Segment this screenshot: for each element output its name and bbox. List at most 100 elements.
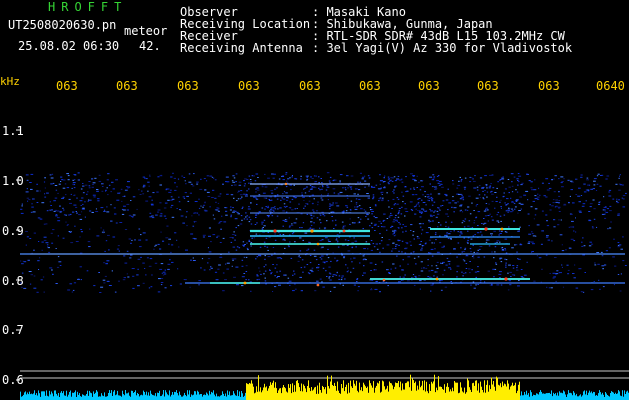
noise-speck [591, 227, 595, 229]
noise-speck [170, 196, 173, 198]
noise-speck [477, 211, 480, 213]
noise-speck [81, 197, 84, 199]
noise-speck [581, 205, 585, 207]
noise-speck [274, 188, 277, 190]
noise-speck [313, 198, 315, 200]
noise-speck [462, 199, 465, 201]
noise-speck [534, 195, 537, 197]
noise-speck [43, 181, 46, 183]
noise-speck [437, 175, 440, 177]
amplitude-bar [254, 393, 255, 400]
noise-speck [303, 266, 306, 268]
amplitude-bar [244, 395, 245, 400]
amplitude-bar [455, 382, 456, 400]
amplitude-bar [238, 396, 239, 400]
amplitude-bar [180, 394, 181, 400]
noise-speck [596, 226, 598, 228]
noise-speck [555, 201, 559, 203]
noise-speck [269, 196, 272, 198]
noise-speck [369, 225, 371, 227]
noise-speck [436, 213, 440, 215]
amplitude-bar [271, 384, 272, 400]
noise-speck [324, 262, 326, 264]
noise-speck [305, 175, 308, 177]
noise-speck [431, 186, 434, 188]
noise-speck [461, 197, 464, 199]
noise-speck [248, 206, 250, 208]
noise-speck [511, 185, 514, 187]
noise-speck [471, 255, 474, 257]
amplitude-bar [351, 386, 352, 400]
noise-speck [89, 210, 92, 212]
noise-speck [327, 199, 329, 201]
noise-speck [379, 197, 382, 199]
noise-speck [536, 196, 540, 198]
noise-speck [505, 266, 507, 268]
noise-speck [375, 281, 377, 282]
noise-speck [578, 187, 581, 189]
amplitude-bar [165, 390, 166, 400]
noise-speck [387, 178, 390, 180]
noise-speck [419, 216, 422, 218]
noise-speck [440, 183, 443, 185]
noise-speck [176, 208, 178, 209]
amplitude-bar [317, 385, 318, 400]
noise-speck [401, 191, 403, 193]
noise-speck [404, 274, 406, 276]
noise-speck [235, 181, 237, 183]
noise-speck [103, 282, 106, 284]
noise-speck [400, 213, 403, 215]
amplitude-bar [435, 392, 436, 400]
noise-speck [585, 200, 587, 202]
noise-speck [512, 265, 515, 266]
noise-speck [402, 201, 404, 203]
noise-speck [493, 257, 495, 259]
noise-speck [77, 278, 80, 280]
amplitude-bar [102, 395, 103, 400]
noise-speck [241, 285, 244, 287]
amplitude-bar [311, 387, 312, 400]
noise-speck [245, 271, 248, 272]
noise-speck [132, 196, 136, 198]
noise-speck [242, 244, 244, 246]
amplitude-bar [401, 390, 402, 400]
noise-speck [283, 203, 286, 205]
amplitude-bar [388, 391, 389, 400]
noise-speck [523, 194, 527, 196]
noise-speck [460, 179, 463, 181]
noise-speck [299, 256, 302, 258]
amplitude-bar [231, 395, 232, 400]
noise-speck [75, 206, 78, 208]
noise-speck [177, 268, 179, 270]
y-label-0.9: 0.9 [2, 224, 24, 238]
noise-speck [491, 251, 494, 253]
amplitude-bar [431, 381, 432, 400]
amplitude-bar [461, 387, 462, 400]
noise-speck [41, 202, 45, 204]
noise-speck [439, 235, 441, 237]
noise-speck [319, 213, 321, 215]
noise-speck [309, 188, 312, 190]
noise-speck [294, 241, 296, 243]
noise-speck [532, 200, 535, 202]
noise-speck [436, 176, 439, 177]
noise-speck [541, 210, 544, 212]
amplitude-bar [619, 391, 620, 400]
amplitude-bar [611, 391, 612, 400]
noise-speck [164, 269, 166, 271]
noise-speck [421, 245, 424, 247]
amplitude-bar [280, 388, 281, 400]
noise-speck [471, 269, 473, 271]
noise-speck [21, 203, 23, 205]
noise-speck [399, 179, 402, 181]
noise-speck [430, 210, 433, 212]
noise-speck [374, 223, 377, 225]
noise-speck [399, 276, 401, 278]
amplitude-bar [187, 390, 188, 400]
noise-speck [380, 240, 383, 242]
noise-speck [238, 190, 240, 192]
amplitude-bar [140, 395, 141, 400]
noise-speck [452, 180, 454, 182]
noise-speck [176, 239, 178, 241]
noise-speck [265, 237, 268, 239]
